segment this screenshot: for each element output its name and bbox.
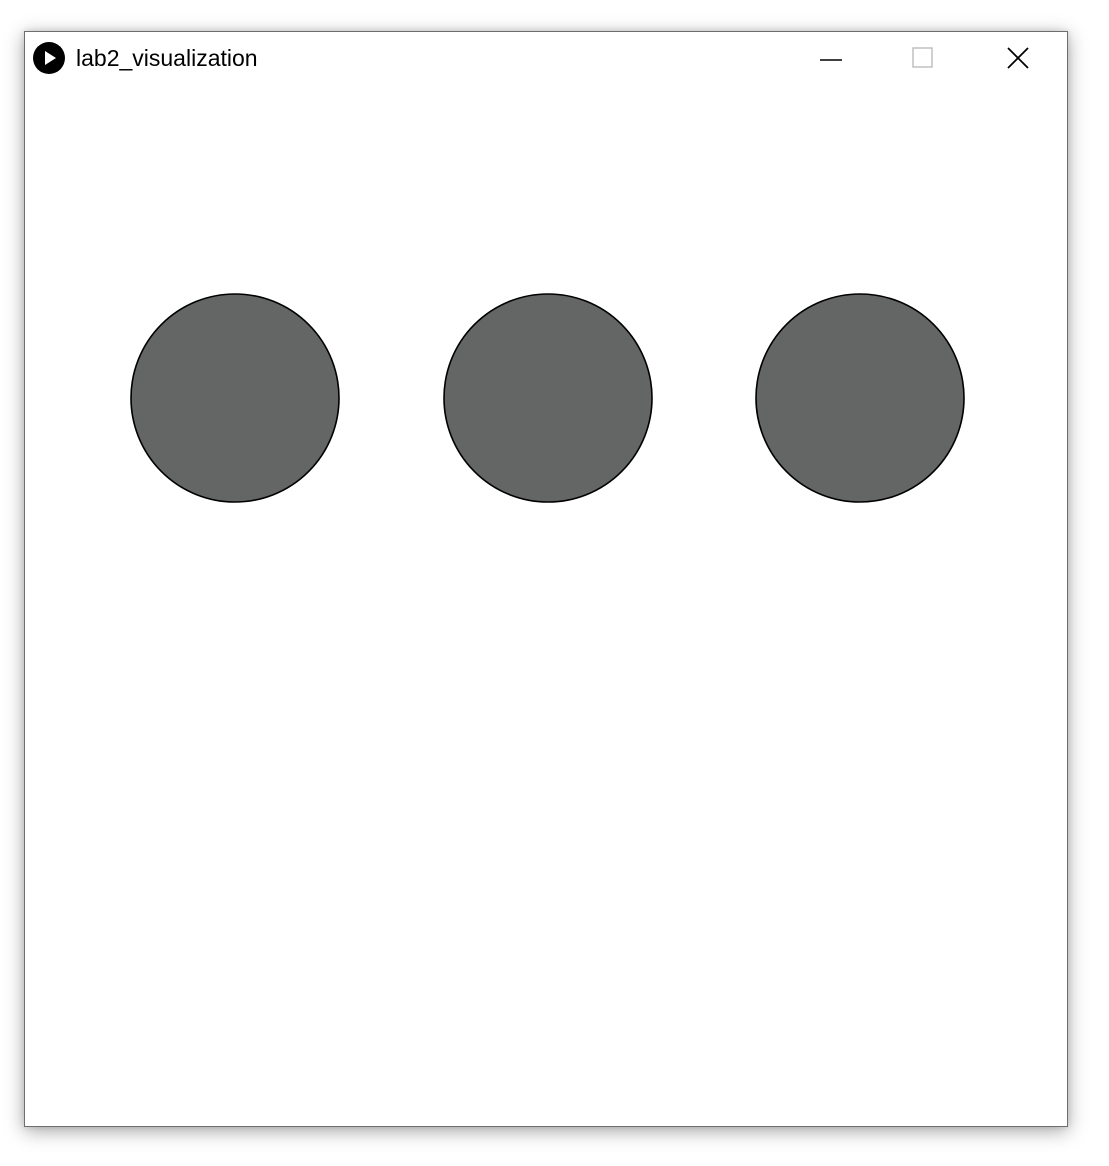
close-button[interactable] <box>972 32 1064 84</box>
minimize-icon <box>820 59 842 61</box>
canvas-background <box>25 84 1067 1126</box>
app-window: lab2_visualization <box>24 31 1068 1127</box>
close-icon <box>1007 47 1029 69</box>
window-title: lab2_visualization <box>76 45 258 71</box>
maximize-icon <box>912 47 933 68</box>
processing-play-icon <box>33 42 65 74</box>
circle-2 <box>443 293 653 503</box>
sketch-canvas[interactable] <box>25 84 1067 1126</box>
minimize-button[interactable] <box>785 32 877 84</box>
sketch-drawing <box>25 84 1067 1126</box>
maximize-button[interactable] <box>877 32 969 84</box>
circle-3 <box>755 293 965 503</box>
title-bar[interactable]: lab2_visualization <box>25 32 1067 84</box>
circle-1 <box>130 293 340 503</box>
